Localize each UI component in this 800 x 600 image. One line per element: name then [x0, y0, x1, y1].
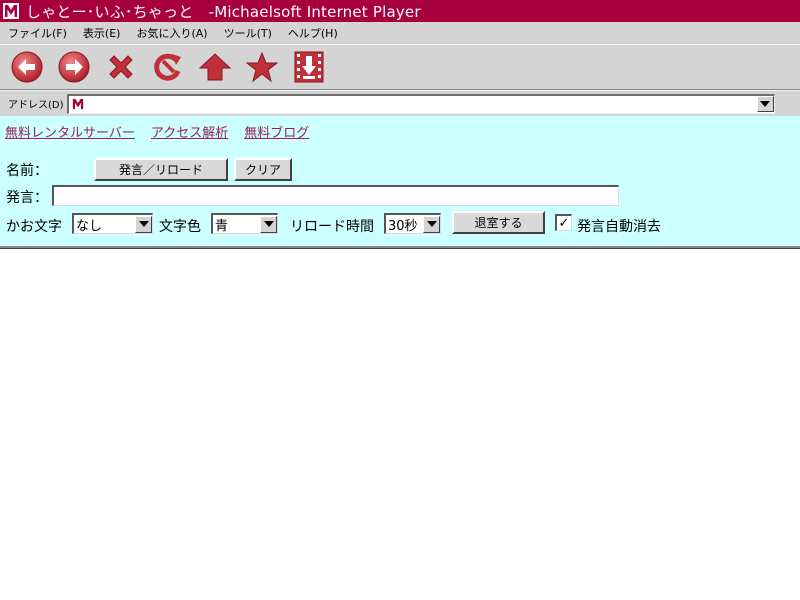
auto-clear-checkbox[interactable]: ✓	[555, 214, 572, 231]
chevron-down-icon	[760, 101, 771, 107]
clear-button[interactable]: クリア	[234, 158, 292, 181]
text-color-label: 文字色	[159, 219, 201, 235]
toolbar	[0, 44, 800, 90]
menu-view[interactable]: 表示(E)	[83, 25, 121, 41]
download-icon	[294, 51, 324, 83]
back-arrow-icon	[11, 51, 43, 83]
chevron-down-icon	[426, 221, 437, 227]
favorites-button[interactable]	[245, 49, 279, 85]
message-label: 発言：	[6, 190, 48, 206]
address-bar: アドレス(D)	[0, 90, 800, 116]
menu-tools[interactable]: ツール(T)	[224, 25, 272, 41]
text-color-select[interactable]: 青	[211, 213, 278, 234]
back-button[interactable]	[10, 49, 44, 85]
link-access-analysis[interactable]: アクセス解析	[151, 122, 228, 141]
page-content: 無料レンタルサーバー アクセス解析 無料ブログ 名前： 発言／リロード クリア …	[0, 116, 800, 247]
kaomoji-selected: なし	[76, 218, 103, 234]
chevron-down-icon	[138, 221, 149, 227]
title-bar[interactable]: しゃとー･いふ･ちゃっと -Michaelsoft Internet Playe…	[0, 0, 800, 22]
stop-x-icon	[109, 55, 133, 79]
page-favicon-icon	[71, 97, 85, 111]
sponsor-links: 無料レンタルサーバー アクセス解析 無料ブログ	[5, 122, 325, 141]
browser-window: しゃとー･いふ･ちゃっと -Michaelsoft Internet Playe…	[0, 0, 800, 600]
chevron-down-icon	[263, 221, 274, 227]
address-combobox[interactable]	[66, 93, 775, 114]
auto-clear-label: 発言自動消去	[577, 219, 661, 235]
text-color-selected: 青	[215, 218, 229, 234]
kaomoji-label: かお文字	[6, 219, 62, 235]
window-title: しゃとー･いふ･ちゃっと -Michaelsoft Internet Playe…	[26, 2, 421, 21]
reload-time-dropdown-button[interactable]	[423, 215, 440, 233]
reload-time-label: リロード時間	[290, 219, 374, 235]
download-button[interactable]	[292, 49, 326, 85]
app-logo-icon	[3, 3, 19, 19]
address-label: アドレス(D)	[8, 100, 64, 111]
address-input[interactable]	[84, 96, 757, 112]
home-arrow-icon	[198, 53, 232, 81]
menu-favorites[interactable]: お気に入り(A)	[136, 25, 207, 41]
checkmark-icon: ✓	[558, 215, 570, 231]
forward-button[interactable]	[57, 49, 91, 85]
message-input[interactable]	[52, 185, 619, 206]
reload-time-selected: 30秒	[388, 218, 418, 234]
link-free-rental-server[interactable]: 無料レンタルサーバー	[5, 122, 135, 141]
reload-time-select[interactable]: 30秒	[384, 213, 441, 234]
forward-arrow-icon	[58, 51, 90, 83]
menu-bar: ファイル(F) 表示(E) お気に入り(A) ツール(T) ヘルプ(H)	[0, 22, 800, 44]
favorites-star-icon	[246, 51, 278, 83]
menu-file[interactable]: ファイル(F)	[8, 25, 67, 41]
leave-room-button[interactable]: 退室する	[452, 211, 545, 234]
link-free-blog[interactable]: 無料ブログ	[244, 122, 309, 141]
stop-button[interactable]	[104, 49, 138, 85]
refresh-button[interactable]	[151, 49, 185, 85]
name-label: 名前：	[6, 163, 48, 179]
menu-help[interactable]: ヘルプ(H)	[288, 25, 338, 41]
content-divider	[0, 246, 800, 249]
post-reload-button[interactable]: 発言／リロード	[94, 158, 228, 181]
refresh-icon	[154, 53, 181, 81]
text-color-dropdown-button[interactable]	[260, 215, 277, 233]
home-button[interactable]	[198, 49, 232, 85]
kaomoji-dropdown-button[interactable]	[135, 215, 152, 233]
address-dropdown-button[interactable]	[756, 96, 774, 112]
kaomoji-select[interactable]: なし	[72, 213, 153, 234]
